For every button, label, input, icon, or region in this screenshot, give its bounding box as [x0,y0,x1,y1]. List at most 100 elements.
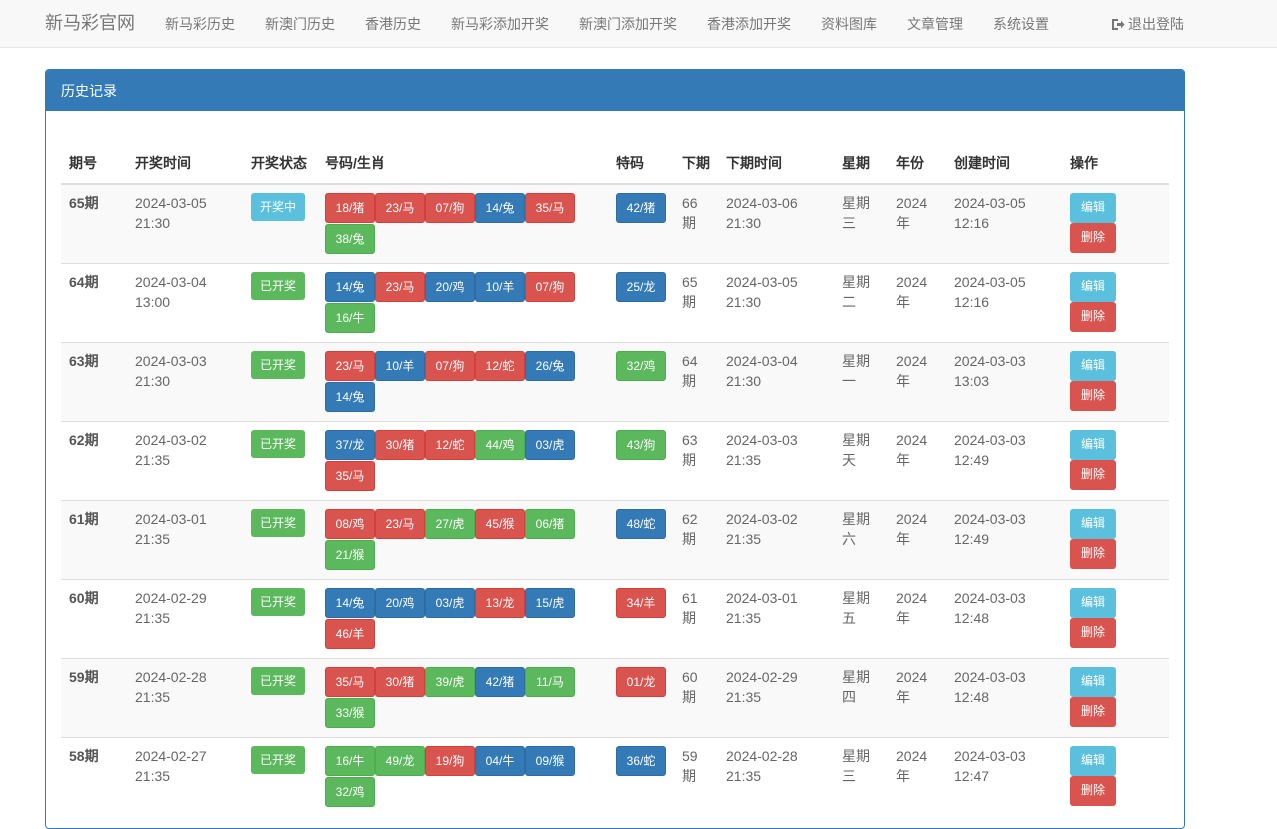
cell-issue: 61期 [61,500,127,580]
number-ball: 45/猴 [475,509,525,539]
status-badge: 开奖中 [251,193,306,221]
cell-year: 2024年 [888,737,946,816]
nav-item-xinmacai-add[interactable]: 新马彩添加开奖 [451,15,549,33]
cell-next-issue: 59期 [674,737,718,816]
number-ball: 06/猪 [525,509,575,539]
number-ball: 33/猴 [325,698,375,728]
status-badge: 已开奖 [251,667,306,695]
number-ball: 12/蛇 [425,430,475,460]
cell-special: 43/狗 [608,421,674,501]
cell-next-issue: 61期 [674,579,718,659]
edit-button[interactable]: 编辑 [1070,430,1116,460]
cell-issue: 63期 [61,342,127,422]
edit-button[interactable]: 编辑 [1070,667,1116,697]
cell-issue: 62期 [61,421,127,501]
nav-item-xinmacai-history[interactable]: 新马彩历史 [165,15,235,33]
edit-button[interactable]: 编辑 [1070,193,1116,223]
cell-weekday: 星期六 [834,500,888,580]
number-ball: 21/猴 [325,540,375,570]
history-table: 期号 开奖时间 开奖状态 号码/生肖 特码 下期 下期时间 星期 年份 创建时间… [61,111,1169,816]
cell-created: 2024-03-03 13:03 [946,342,1062,422]
edit-button[interactable]: 编辑 [1070,351,1116,381]
delete-button[interactable]: 删除 [1070,618,1116,648]
cell-weekday: 星期一 [834,342,888,422]
cell-status: 已开奖 [243,263,317,343]
cell-special: 48/蛇 [608,500,674,580]
status-badge: 已开奖 [251,588,306,616]
number-ball: 10/羊 [375,351,425,381]
number-ball: 23/马 [325,351,375,381]
cell-created: 2024-03-03 12:49 [946,500,1062,580]
cell-numbers: 14/兔 20/鸡 03/虎 13/龙 15/虎 46/羊 [317,579,608,659]
col-header-draw-time: 开奖时间 [127,111,243,185]
delete-button[interactable]: 删除 [1070,381,1116,411]
cell-year: 2024年 [888,342,946,422]
cell-created: 2024-03-05 12:16 [946,263,1062,343]
table-row: 58期 2024-02-27 21:35 已开奖 16/牛 49/龙 19/狗 04/牛 09… [61,737,1169,816]
number-balls: 14/兔 23/马 20/鸡 10/羊 07/狗 16/牛 [325,272,585,334]
nav-item-gallery[interactable]: 资料图库 [821,15,877,33]
panel-title: 历史记录 [46,70,1184,111]
delete-button[interactable]: 删除 [1070,460,1116,490]
number-ball: 14/兔 [325,272,375,302]
col-header-created: 创建时间 [946,111,1062,185]
table-row: 64期 2024-03-04 13:00 已开奖 14/兔 23/马 20/鸡 10/羊 07… [61,263,1169,343]
cell-numbers: 23/马 10/羊 07/狗 12/蛇 26/兔 14/兔 [317,342,608,422]
nav-item-settings[interactable]: 系统设置 [993,15,1049,33]
cell-draw-time: 2024-02-29 21:35 [127,579,243,659]
number-ball: 16/牛 [325,746,375,776]
logout-link[interactable]: 退出登陆 [1111,15,1184,33]
special-ball: 32/鸡 [616,351,666,381]
cell-year: 2024年 [888,579,946,659]
number-ball: 04/牛 [475,746,525,776]
cell-status: 已开奖 [243,342,317,422]
cell-status: 已开奖 [243,500,317,580]
cell-next-time: 2024-02-29 21:35 [718,658,834,738]
number-ball: 20/鸡 [375,588,425,618]
cell-issue: 64期 [61,263,127,343]
cell-special: 25/龙 [608,263,674,343]
cell-weekday: 星期五 [834,579,888,659]
number-ball: 32/鸡 [325,777,375,807]
nav-item-xinaomen-history[interactable]: 新澳门历史 [265,15,335,33]
cell-year: 2024年 [888,183,946,264]
cell-year: 2024年 [888,658,946,738]
cell-numbers: 14/兔 23/马 20/鸡 10/羊 07/狗 16/牛 [317,263,608,343]
number-ball: 23/马 [375,509,425,539]
logout-icon [1112,18,1125,30]
edit-button[interactable]: 编辑 [1070,746,1116,776]
number-ball: 39/虎 [425,667,475,697]
delete-button[interactable]: 删除 [1070,697,1116,727]
number-ball: 44/鸡 [475,430,525,460]
cell-draw-time: 2024-02-28 21:35 [127,658,243,738]
edit-button[interactable]: 编辑 [1070,509,1116,539]
col-header-special: 特码 [608,111,674,185]
cell-weekday: 星期天 [834,421,888,501]
number-ball: 49/龙 [375,746,425,776]
edit-button[interactable]: 编辑 [1070,588,1116,618]
col-header-year: 年份 [888,111,946,185]
cell-actions: 编辑 删除 [1062,263,1169,343]
cell-year: 2024年 [888,421,946,501]
number-ball: 08/鸡 [325,509,375,539]
cell-actions: 编辑 删除 [1062,579,1169,659]
delete-button[interactable]: 删除 [1070,223,1116,253]
nav-item-hongkong-add[interactable]: 香港添加开奖 [707,15,791,33]
edit-button[interactable]: 编辑 [1070,272,1116,302]
delete-button[interactable]: 删除 [1070,776,1116,806]
nav-item-articles[interactable]: 文章管理 [907,15,963,33]
nav-item-hongkong-history[interactable]: 香港历史 [365,15,421,33]
cell-special: 42/猪 [608,183,674,264]
number-ball: 16/牛 [325,303,375,333]
number-ball: 38/兔 [325,224,375,254]
delete-button[interactable]: 删除 [1070,302,1116,332]
cell-status: 已开奖 [243,658,317,738]
history-panel: 历史记录 期号 开奖时间 开奖状态 号码/生肖 特码 下期 下期时间 星期 年份 [45,69,1185,829]
number-balls: 37/龙 30/猪 12/蛇 44/鸡 03/虎 35/马 [325,430,585,492]
brand-logo[interactable]: 新马彩官网 [45,12,135,34]
cell-year: 2024年 [888,500,946,580]
delete-button[interactable]: 删除 [1070,539,1116,569]
number-ball: 09/猴 [525,746,575,776]
nav-item-xinaomen-add[interactable]: 新澳门添加开奖 [579,15,677,33]
cell-numbers: 35/马 30/猪 39/虎 42/猪 11/马 33/猴 [317,658,608,738]
